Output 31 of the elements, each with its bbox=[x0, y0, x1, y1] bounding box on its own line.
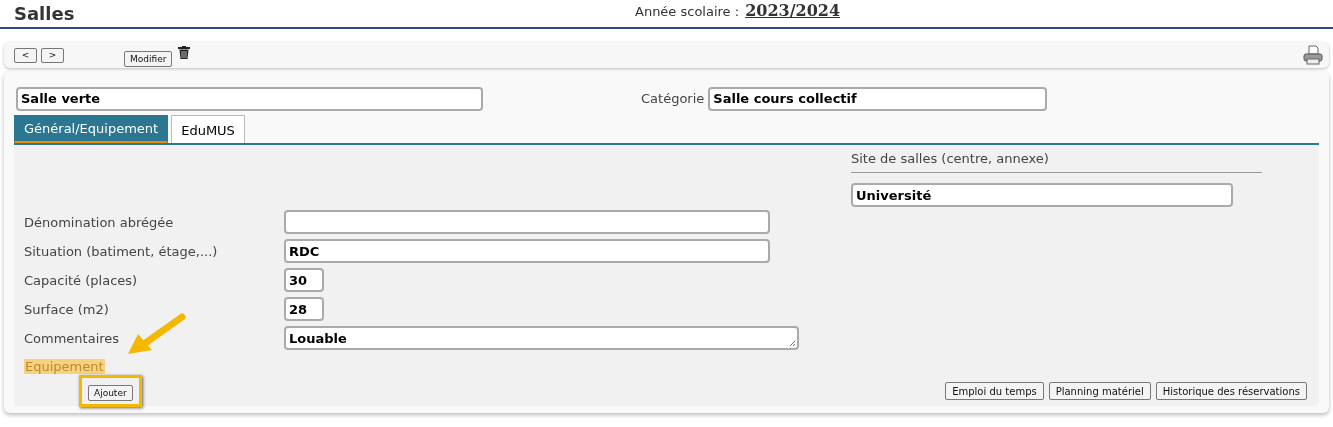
number-field[interactable]: 30 bbox=[284, 268, 324, 292]
text-field[interactable] bbox=[284, 210, 770, 234]
edit-button[interactable]: Modifier bbox=[124, 51, 173, 67]
resize-grip-icon[interactable] bbox=[789, 340, 796, 347]
field-label: Capacité (places) bbox=[24, 272, 139, 288]
category-label: Catégorie bbox=[641, 91, 705, 106]
field-label: Situation (batiment, étage,...) bbox=[24, 243, 219, 259]
field-label: Surface (m2) bbox=[24, 301, 110, 317]
printer-icon[interactable] bbox=[1303, 45, 1323, 65]
next-button[interactable]: > bbox=[41, 47, 64, 63]
room-name-field[interactable]: Salle verte bbox=[16, 86, 483, 111]
category-field[interactable]: Salle cours collectif bbox=[708, 86, 1048, 111]
equipment-label: Equipement bbox=[24, 359, 105, 374]
action-button[interactable]: Emploi du temps bbox=[945, 382, 1044, 400]
site-section-heading: Site de salles (centre, annexe) bbox=[851, 151, 1262, 173]
page-title: Salles bbox=[14, 3, 75, 24]
tab[interactable]: EduMUS bbox=[171, 115, 245, 144]
school-year-link[interactable]: 2023/2024 bbox=[745, 1, 841, 20]
trash-icon[interactable] bbox=[178, 45, 191, 59]
action-button[interactable]: Historique des réservations bbox=[1155, 382, 1307, 400]
previous-button[interactable]: < bbox=[14, 47, 37, 63]
text-field[interactable]: RDC bbox=[284, 239, 770, 263]
comment-textarea[interactable]: Louable bbox=[284, 326, 799, 350]
number-field[interactable]: 28 bbox=[284, 297, 324, 321]
tab[interactable]: Général/Equipement bbox=[14, 115, 169, 144]
site-field[interactable]: Université bbox=[851, 183, 1233, 207]
school-year-label: Année scolaire : bbox=[635, 4, 740, 19]
add-button[interactable]: Ajouter bbox=[88, 385, 133, 401]
field-label: Dénomination abrégée bbox=[24, 214, 175, 230]
field-label: Commentaires bbox=[24, 330, 121, 346]
action-button[interactable]: Planning matériel bbox=[1048, 382, 1151, 400]
